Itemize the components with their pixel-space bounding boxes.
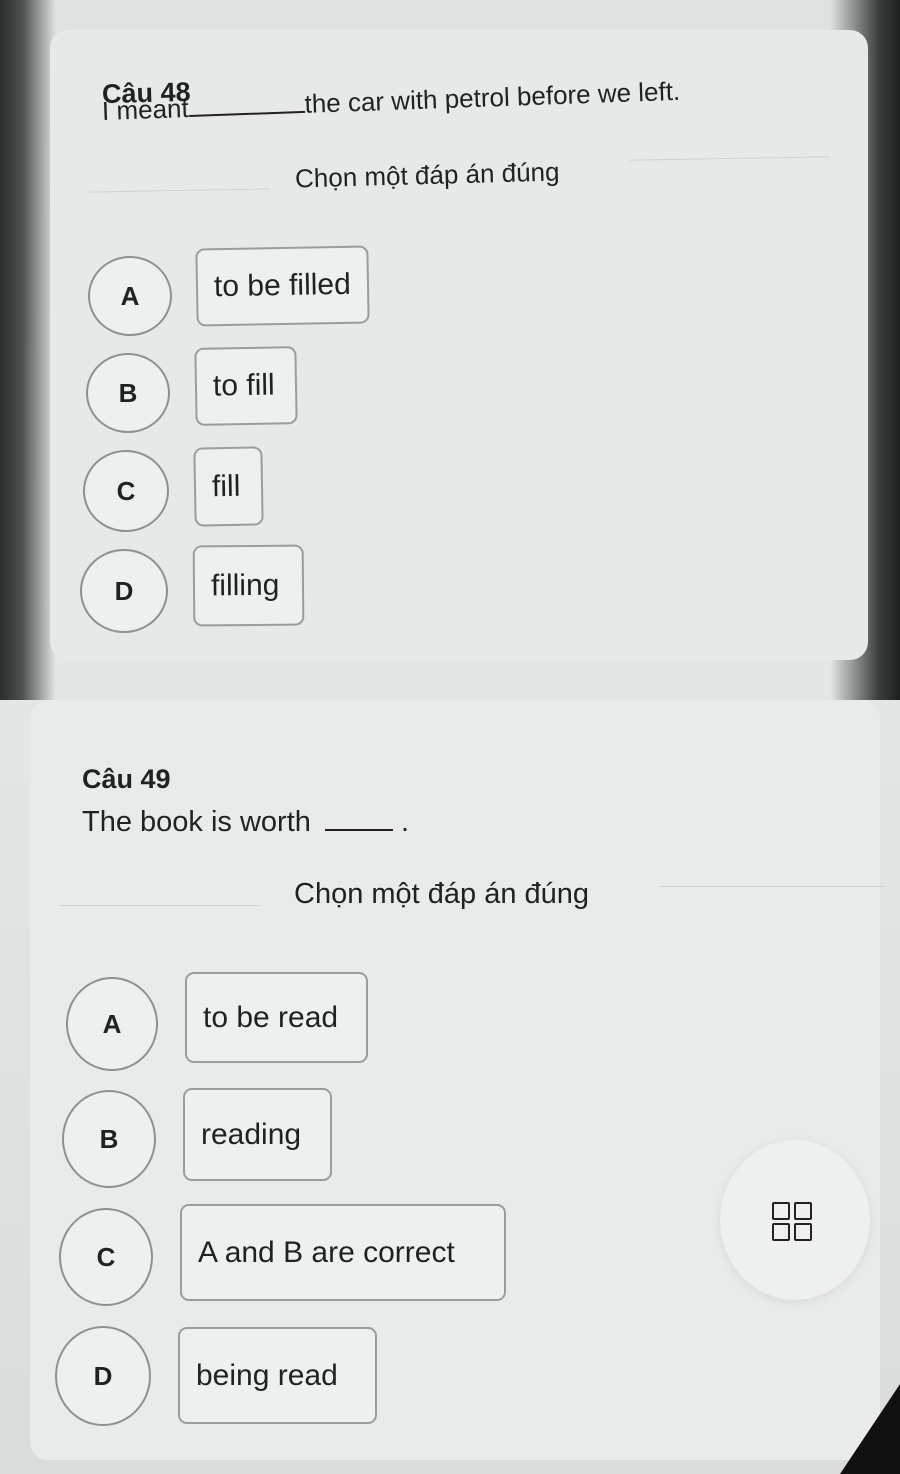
- divider: [60, 905, 260, 906]
- option-c-radio[interactable]: C: [83, 450, 169, 532]
- device-bezel-left: [0, 0, 56, 700]
- question-text-after: .: [401, 806, 410, 838]
- option-b-radio[interactable]: B: [62, 1090, 156, 1188]
- option-d-radio[interactable]: D: [80, 549, 168, 633]
- option-d-radio[interactable]: D: [55, 1326, 151, 1426]
- option-c-button[interactable]: A and B are correct: [180, 1204, 506, 1301]
- question-text: The book is worth .: [82, 806, 409, 839]
- divider: [660, 886, 885, 887]
- question-text-before: The book is worth: [82, 806, 311, 838]
- option-b-radio[interactable]: B: [86, 353, 170, 433]
- question-text-before: I meant: [101, 92, 190, 126]
- option-a-button[interactable]: to be filled: [195, 245, 370, 327]
- question-number: Câu 49: [82, 764, 171, 794]
- option-b-button[interactable]: to fill: [194, 346, 298, 426]
- option-a-radio[interactable]: A: [88, 256, 172, 336]
- answer-blank: [188, 110, 305, 117]
- option-d-button[interactable]: being read: [178, 1327, 377, 1424]
- device-corner: [840, 1384, 900, 1474]
- option-a-radio[interactable]: A: [66, 977, 158, 1071]
- option-a-button[interactable]: to be read: [185, 972, 368, 1063]
- grid-icon: [772, 1202, 816, 1242]
- answer-blank: [324, 829, 393, 831]
- question-grid-button[interactable]: [720, 1140, 870, 1300]
- option-d-button[interactable]: filling: [192, 544, 305, 627]
- option-c-radio[interactable]: C: [59, 1208, 153, 1306]
- option-c-button[interactable]: fill: [193, 446, 264, 527]
- option-b-button[interactable]: reading: [183, 1088, 332, 1181]
- instruction-label: Chọn một đáp án đúng: [294, 878, 590, 910]
